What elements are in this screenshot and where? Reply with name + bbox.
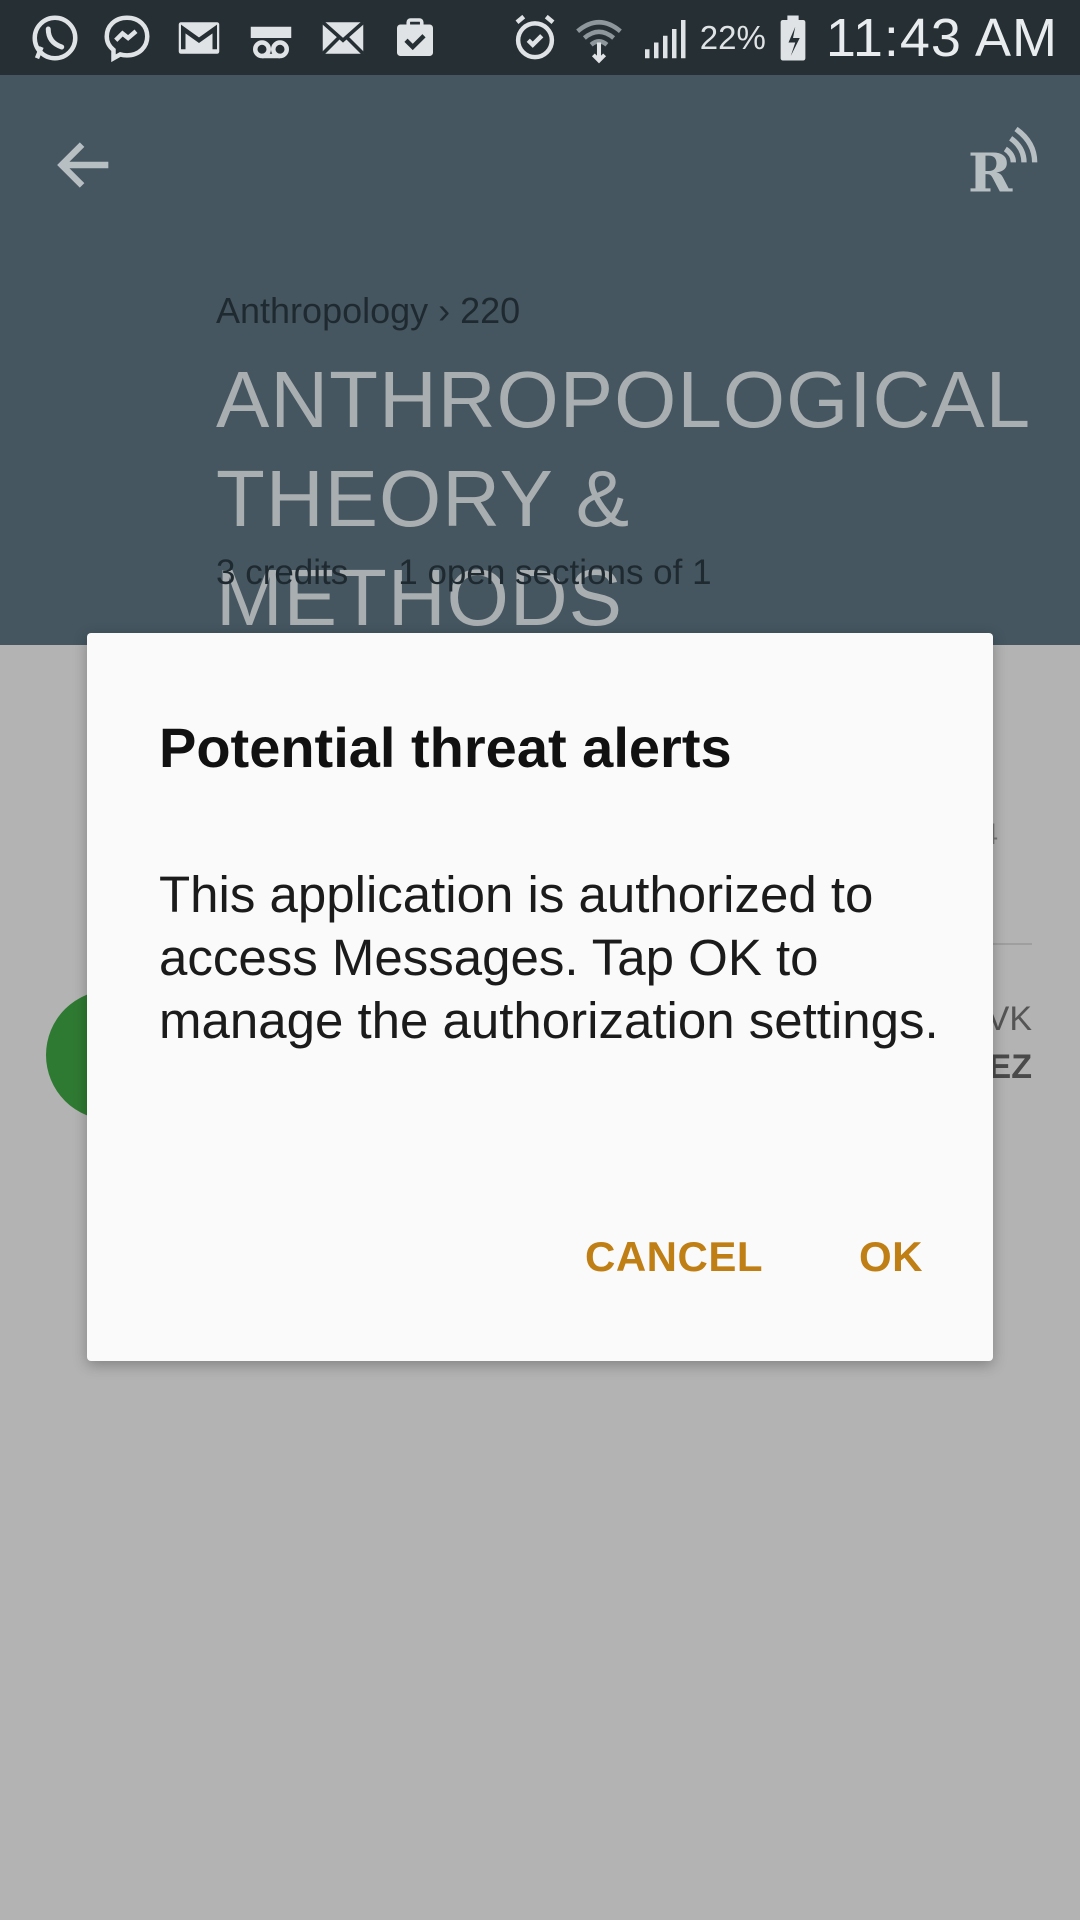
- clipboard-check-icon: [388, 11, 442, 65]
- notification-icons: [28, 0, 442, 75]
- wifi-icon: [572, 11, 626, 65]
- dialog-actions: CANCEL OK: [585, 1233, 923, 1281]
- battery-charging-icon: [776, 11, 810, 65]
- alarm-icon: [508, 11, 562, 65]
- open-sections-label: 1 open sections of 1: [398, 553, 712, 592]
- bg-label: VK: [986, 1000, 1032, 1038]
- bg-label: EZ: [988, 1048, 1032, 1086]
- system-status: 22% 11:43 AM: [508, 0, 1058, 75]
- status-bar: 22% 11:43 AM: [0, 0, 1080, 75]
- course-meta: 3 credits 1 open sections of 1: [216, 553, 712, 593]
- clock-time: 11:43 AM: [825, 7, 1058, 68]
- signal-icon: [636, 11, 690, 65]
- dialog-message: This application is authorized to access…: [159, 866, 939, 1049]
- gmail-icon: [172, 11, 226, 65]
- course-title-line-2: THEORY & METHODS: [216, 454, 631, 642]
- rate-my-professor-button[interactable]: R: [960, 125, 1040, 205]
- email-icon: [316, 11, 370, 65]
- messenger-icon: [100, 11, 154, 65]
- credits-label: 3 credits: [216, 553, 349, 592]
- battery-percent: 22%: [699, 18, 766, 56]
- dialog-title: Potential threat alerts: [159, 716, 732, 779]
- ok-button[interactable]: OK: [859, 1233, 923, 1281]
- breadcrumb: Anthropology › 220: [216, 290, 521, 331]
- course-title: ANTHROPOLOGICAL THEORY & METHODS: [216, 350, 1056, 647]
- back-button[interactable]: [50, 130, 120, 200]
- course-title-line-1: ANTHROPOLOGICAL: [216, 355, 1032, 444]
- arrow-left-icon: [57, 142, 109, 188]
- whatsapp-icon: [28, 11, 82, 65]
- r-broadcast-icon: R: [968, 126, 1038, 205]
- voicemail-icon: [244, 11, 298, 65]
- cancel-button[interactable]: CANCEL: [585, 1233, 763, 1281]
- course-header: R Anthropology › 220 ANTHROPOLOGICAL THE…: [0, 75, 1080, 645]
- threat-alert-dialog: Potential threat alerts This application…: [87, 633, 993, 1361]
